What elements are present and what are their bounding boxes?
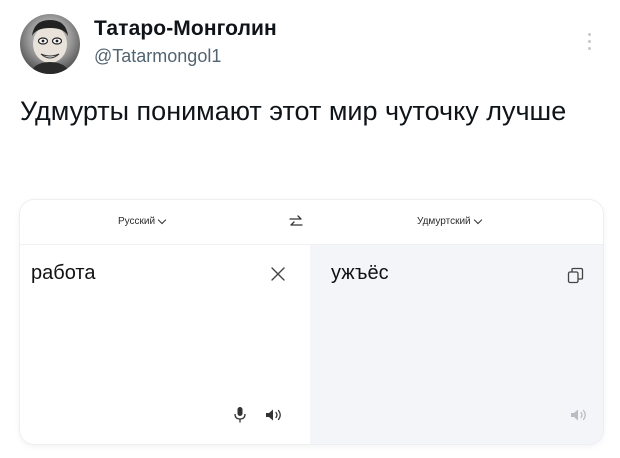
translated-text: ужъёс <box>331 262 389 284</box>
close-icon[interactable] <box>269 265 287 283</box>
source-language-select[interactable]: Русский <box>118 215 167 227</box>
translation-pane: ужъёс <box>310 245 603 444</box>
target-language-label: Удмуртский <box>417 216 471 227</box>
source-text-input[interactable]: работа <box>31 262 95 285</box>
chevron-down-icon <box>157 215 167 225</box>
author-avatar[interactable] <box>20 14 80 74</box>
tweet-card: Татаро-Монголин @Tatarmongol1 Удмурты по… <box>0 0 620 458</box>
author-name[interactable]: Татаро-Монголин <box>94 17 277 41</box>
language-bar: Русский Удмуртский <box>20 200 603 245</box>
translator-widget: Русский Удмуртский работа ужъёс <box>20 200 603 444</box>
avatar-photo <box>30 20 70 74</box>
speaker-icon[interactable] <box>569 407 589 423</box>
target-language-select[interactable]: Удмуртский <box>417 215 482 227</box>
source-text-pane[interactable]: работа <box>20 245 310 444</box>
more-options-button[interactable] <box>574 26 604 56</box>
author-handle[interactable]: @Tatarmongol1 <box>94 46 221 67</box>
source-language-label: Русский <box>118 216 156 227</box>
speaker-icon[interactable] <box>264 407 284 423</box>
microphone-icon[interactable] <box>233 406 247 424</box>
copy-icon[interactable] <box>567 267 584 284</box>
swap-arrows-icon[interactable] <box>286 213 306 231</box>
chevron-down-icon <box>473 215 482 225</box>
tweet-text: Удмурты понимают этот мир чуточку лучше <box>20 96 567 126</box>
more-vertical-icon <box>587 31 591 52</box>
